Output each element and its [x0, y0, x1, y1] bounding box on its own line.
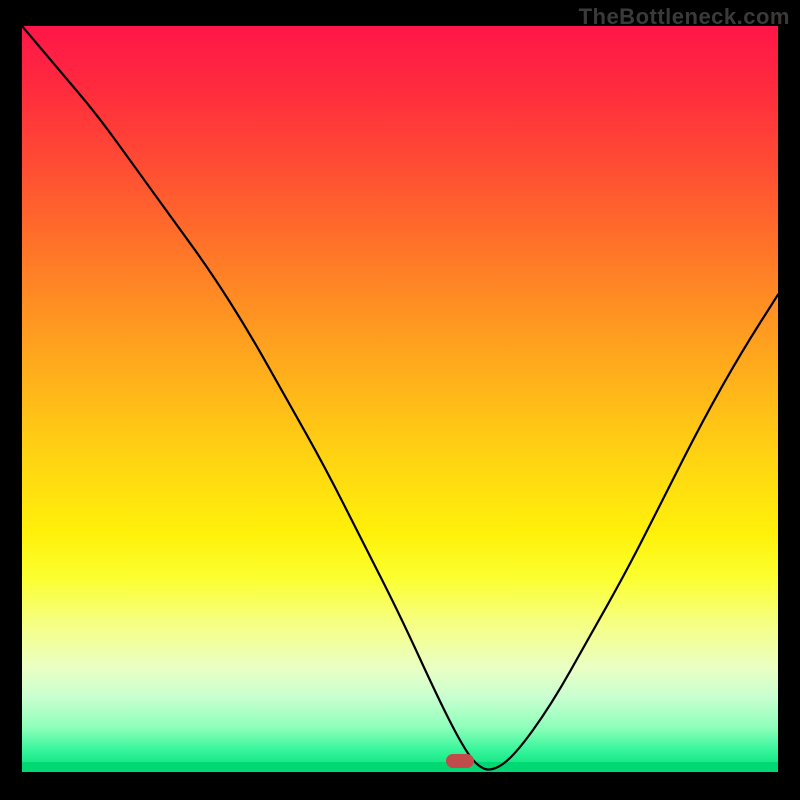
bottleneck-curve [22, 26, 778, 772]
chart-frame: TheBottleneck.com [0, 0, 800, 800]
optimal-point-marker [446, 754, 474, 768]
watermark-text: TheBottleneck.com [579, 4, 790, 30]
plot-area [22, 26, 778, 772]
